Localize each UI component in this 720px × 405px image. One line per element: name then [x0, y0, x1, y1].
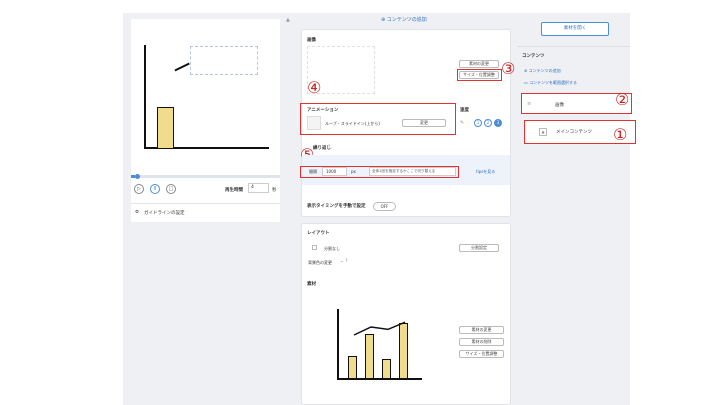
scroll-up-icon[interactable]: ▲: [286, 17, 290, 23]
guide-settings-label: ガイドラインの設定: [144, 211, 185, 216]
gear-icon: ⚙: [135, 210, 140, 215]
tips-link[interactable]: tipsを見る: [476, 169, 495, 175]
preview-chart-bar: [157, 107, 174, 148]
preview-panel: ▷ Ⅱ □ 再生時間 4 秒 ⚙ ガイドラインの設定: [131, 19, 280, 222]
preview-chart-line: [174, 62, 190, 71]
speed-option-2[interactable]: 2: [484, 119, 492, 127]
material-section-title: 素材: [307, 282, 316, 287]
layout-split-button[interactable]: 分割設定: [459, 244, 499, 252]
stop-button[interactable]: □: [166, 184, 176, 194]
material-resize-button[interactable]: サイズ・位置調整: [459, 350, 504, 358]
annotation-1: ①: [613, 125, 628, 144]
timeline-knob[interactable]: [135, 174, 140, 179]
annotation-box-3: [457, 69, 502, 81]
image-change-button[interactable]: 素材の変更: [459, 60, 499, 68]
drag-handle-icon[interactable]: ≡: [527, 101, 531, 107]
image-icon: ▲: [539, 128, 547, 136]
add-content-link-label: コンテンツの追加: [528, 68, 561, 73]
material-chart-line-svg: [353, 321, 406, 336]
playback-time-unit: 秒: [272, 188, 277, 193]
annotation-3: ③: [501, 59, 516, 78]
speed-option-1[interactable]: 1: [474, 119, 482, 127]
image-section-title: 画像: [307, 38, 316, 43]
timing-toggle[interactable]: OFF: [373, 202, 396, 211]
animation-thumbnail: [307, 116, 321, 130]
chevron-down-icon[interactable]: ⌄ ?: [340, 259, 348, 264]
animation-section-title: アニメーション: [307, 108, 339, 113]
playback-time-input[interactable]: 4: [248, 183, 269, 193]
annotation-4: ④: [307, 78, 322, 97]
annotation-2: ②: [615, 90, 630, 109]
play-button[interactable]: ▷: [134, 184, 144, 194]
open-material-label: 素材を開く: [563, 26, 587, 31]
playback-time-label: 再生時間: [225, 188, 243, 193]
preview-placeholder-box: [190, 46, 258, 75]
animation-change-button[interactable]: 変更: [402, 119, 446, 127]
timeline-slider[interactable]: [131, 174, 280, 179]
animation-value: ループ・スライドイン(上から): [325, 121, 380, 126]
pencil-icon[interactable]: ✎: [460, 120, 464, 126]
material-change-button[interactable]: 素材の変更: [459, 326, 504, 334]
collect-content-link[interactable]: ▭ コンテンツを範囲選択する: [524, 80, 577, 86]
speed-option-3[interactable]: 3: [494, 119, 502, 127]
right-divider: [517, 46, 630, 47]
layer-item-label: 画像: [555, 103, 564, 108]
add-content-top-label: コンテンツの追加: [386, 17, 427, 23]
pause-button[interactable]: Ⅱ: [150, 184, 160, 194]
guide-settings[interactable]: ⚙ ガイドラインの設定: [131, 203, 280, 222]
open-material-button[interactable]: 素材を開く: [541, 22, 609, 36]
contents-title: コンテンツ: [522, 54, 545, 59]
material-delete-button[interactable]: 素材の削除: [459, 338, 504, 346]
preview-canvas[interactable]: [131, 19, 280, 159]
collect-content-link-label: コンテンツを範囲選択する: [529, 80, 578, 85]
layout-section-title: レイアウト: [307, 231, 330, 236]
layout-split-label: 分割なし: [324, 246, 340, 251]
preview-chart-y-axis: [144, 45, 146, 148]
interval-input[interactable]: 1000: [322, 167, 347, 176]
layer-item-label: メインコンテンツ: [556, 130, 592, 135]
speed-label: 速度: [460, 108, 469, 113]
layout-split-icon: [312, 245, 317, 250]
help-icon[interactable]: ?: [328, 145, 330, 150]
add-content-link[interactable]: ⊕ コンテンツの追加: [524, 68, 561, 74]
interval-hint-field[interactable]: 全体1回を指定するかここで切り替える: [369, 167, 456, 176]
add-content-top-link[interactable]: ⊕ コンテンツの追加: [381, 16, 427, 23]
interval-unit: px: [351, 169, 356, 174]
timing-section-title: 表示タイミングを手動で設定: [307, 204, 366, 209]
material-chart-line: [353, 321, 406, 336]
interval-label: 間隔: [309, 169, 317, 174]
bg-color-label[interactable]: 背景色の変更: [308, 260, 332, 266]
